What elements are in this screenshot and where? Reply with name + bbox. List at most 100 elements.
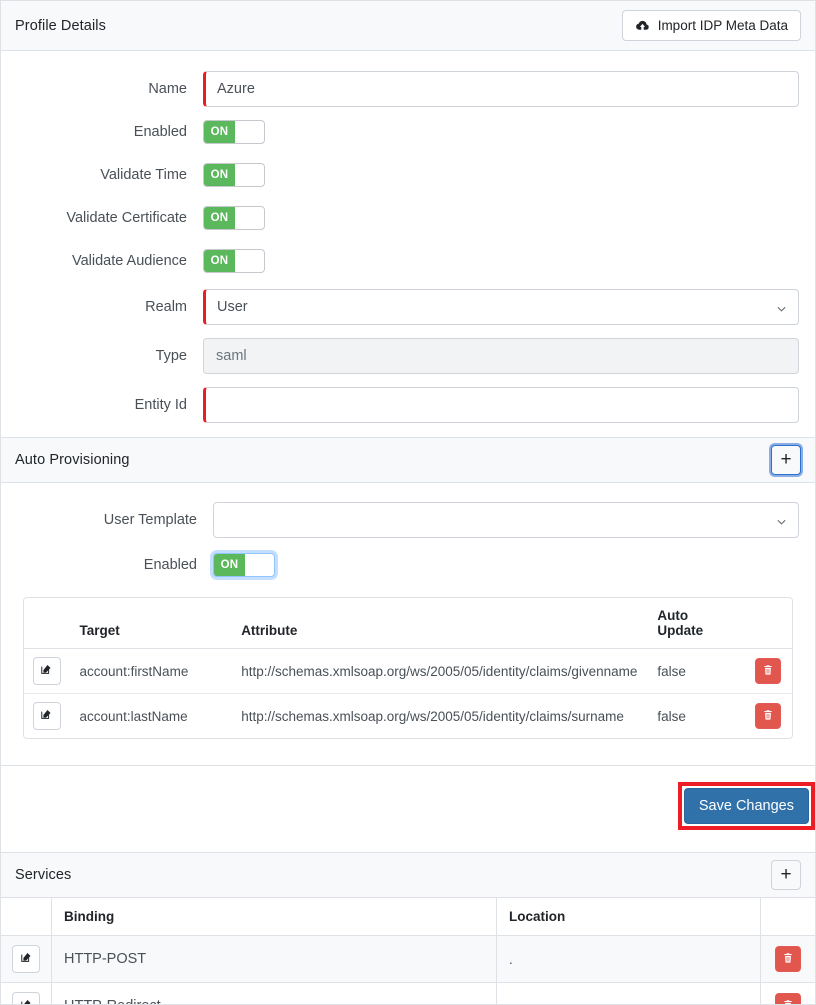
services-table: Binding Location HTTP-POST . <box>1 898 815 1004</box>
cell-location: . <box>496 982 761 1004</box>
delete-service-button[interactable] <box>775 946 801 972</box>
ap-enabled-toggle[interactable]: ON <box>213 553 275 577</box>
row-delete-cell <box>760 982 815 1004</box>
table-row: account:firstName http://schemas.xmlsoap… <box>24 648 792 694</box>
table-row: HTTP-POST . <box>1 935 815 983</box>
validate-certificate-toggle[interactable]: ON <box>203 205 265 230</box>
cell-binding: HTTP-Redirect <box>51 982 497 1004</box>
row-edit-cell <box>24 648 70 694</box>
edit-row-button[interactable] <box>32 657 61 685</box>
field-row-validate-certificate: Validate Certificate ON <box>1 196 815 239</box>
edit-service-button[interactable] <box>12 992 40 1004</box>
field-row-type: Type <box>1 331 815 380</box>
edit-row-button[interactable] <box>32 702 61 730</box>
col-delete <box>760 898 815 936</box>
validate-certificate-label: Validate Certificate <box>66 209 187 226</box>
row-edit-cell <box>24 693 70 738</box>
auto-provisioning-form: User Template Enabled ON Target Attribut… <box>1 499 815 739</box>
row-edit-cell <box>1 935 52 983</box>
ap-enabled-toggle-state: ON <box>214 554 245 576</box>
row-delete-cell <box>743 648 792 694</box>
col-target: Target <box>69 598 232 649</box>
save-changes-highlight: Save Changes <box>677 782 815 830</box>
field-row-validate-time: Validate Time ON <box>1 153 815 196</box>
cell-location: . <box>496 935 761 983</box>
profile-form: Name Enabled ON Validate Time ON Validat… <box>1 67 815 429</box>
plus-icon: + <box>780 448 792 470</box>
enabled-toggle-state: ON <box>204 120 235 143</box>
col-auto-update-line2: Update <box>657 623 704 638</box>
add-service-button[interactable]: + <box>771 860 801 890</box>
cell-target: account:firstName <box>69 648 232 694</box>
add-auto-provisioning-button[interactable]: + <box>771 445 801 475</box>
realm-select[interactable] <box>203 288 799 325</box>
validate-audience-label: Validate Audience <box>71 252 187 269</box>
cell-binding: HTTP-POST <box>51 935 497 983</box>
import-idp-metadata-label: Import IDP Meta Data <box>657 17 788 33</box>
services-header: Services + <box>1 852 815 898</box>
entity-id-label: Entity Id <box>134 396 187 413</box>
save-changes-button[interactable]: Save Changes <box>683 788 809 824</box>
trash-icon <box>782 999 794 1004</box>
field-row-enabled: Enabled ON <box>1 110 815 153</box>
edit-service-button[interactable] <box>12 945 40 973</box>
edit-pencil-icon <box>40 663 53 679</box>
profile-details-header: Profile Details Import IDP Meta Data <box>1 1 815 51</box>
delete-row-button[interactable] <box>754 658 781 684</box>
cell-attribute: http://schemas.xmlsoap.org/ws/2005/05/id… <box>231 693 648 738</box>
type-label: Type <box>155 347 187 364</box>
enabled-label: Enabled <box>133 123 187 140</box>
col-location: Location <box>496 898 761 936</box>
cell-target: account:lastName <box>69 693 232 738</box>
page-title: Profile Details <box>15 17 106 34</box>
col-auto-update-line1: Auto <box>657 608 689 623</box>
edit-pencil-icon <box>20 998 33 1004</box>
field-row-realm: Realm <box>1 282 815 331</box>
entity-id-input[interactable] <box>203 386 799 423</box>
field-row-ap-enabled: Enabled ON <box>1 541 815 589</box>
trash-icon <box>782 952 794 967</box>
trash-icon <box>762 664 774 679</box>
edit-pencil-icon <box>40 708 53 724</box>
field-row-validate-audience: Validate Audience ON <box>1 239 815 282</box>
validate-time-toggle[interactable]: ON <box>203 162 265 187</box>
row-delete-cell <box>743 693 792 738</box>
table-header-row: Binding Location <box>1 898 815 936</box>
user-template-label: User Template <box>103 512 197 528</box>
validate-audience-toggle-state: ON <box>204 249 235 272</box>
col-attribute: Attribute <box>231 598 648 649</box>
field-row-entity-id: Entity Id <box>1 380 815 429</box>
row-edit-cell <box>1 982 52 1004</box>
user-template-select[interactable] <box>213 502 799 538</box>
enabled-toggle[interactable]: ON <box>203 119 265 144</box>
table-row: account:lastName http://schemas.xmlsoap.… <box>24 693 792 738</box>
col-auto-update: Auto Update <box>647 598 744 649</box>
name-input[interactable] <box>203 70 799 107</box>
validate-audience-toggle[interactable]: ON <box>203 248 265 273</box>
row-delete-cell <box>760 935 815 983</box>
import-idp-metadata-button[interactable]: Import IDP Meta Data <box>621 10 801 41</box>
delete-service-button[interactable] <box>775 993 801 1004</box>
validate-time-toggle-state: ON <box>204 163 235 186</box>
field-row-user-template: User Template <box>1 499 815 541</box>
col-actions <box>24 598 70 649</box>
type-input <box>203 337 799 374</box>
table-header-row: Target Attribute Auto Update <box>24 598 792 649</box>
save-zone: Save Changes <box>1 766 815 852</box>
edit-pencil-icon <box>20 951 33 967</box>
profile-details-page: Profile Details Import IDP Meta Data Nam… <box>0 0 816 1005</box>
validate-time-label: Validate Time <box>100 166 187 183</box>
ap-enabled-label: Enabled <box>143 557 197 573</box>
field-row-name: Name <box>1 67 815 110</box>
trash-icon <box>762 709 774 724</box>
realm-label: Realm <box>145 298 187 315</box>
col-delete <box>743 598 792 649</box>
validate-certificate-toggle-state: ON <box>204 206 235 229</box>
cell-attribute: http://schemas.xmlsoap.org/ws/2005/05/id… <box>231 648 648 694</box>
cloud-upload-icon <box>635 18 650 33</box>
auto-provisioning-header: Auto Provisioning + <box>1 437 815 483</box>
services-title: Services <box>15 867 72 883</box>
auto-provisioning-table-wrap: Target Attribute Auto Update account:fir… <box>1 589 815 739</box>
delete-row-button[interactable] <box>754 703 781 729</box>
attribute-mapping-table: Target Attribute Auto Update account:fir… <box>24 598 792 738</box>
